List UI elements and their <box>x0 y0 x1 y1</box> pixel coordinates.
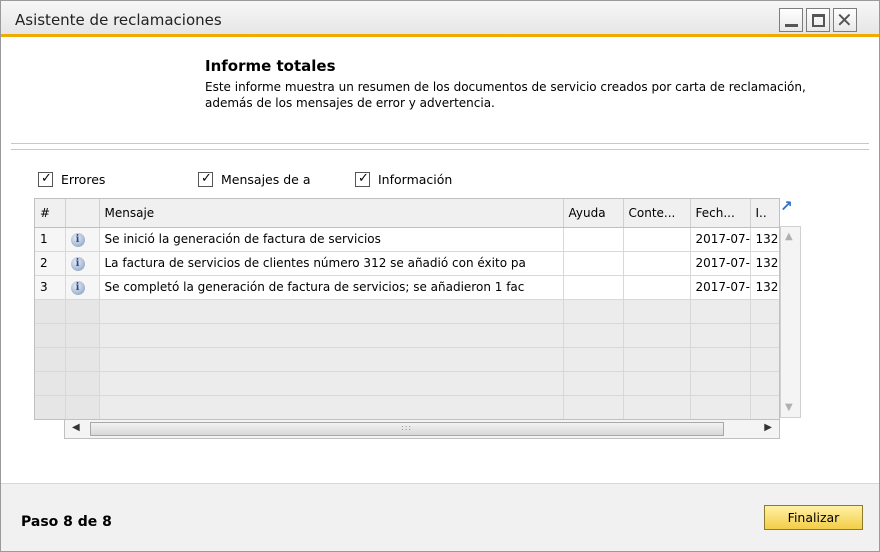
row-i: 132 <box>750 275 779 300</box>
scroll-down-icon[interactable]: ▼ <box>785 402 793 413</box>
row-fecha: 2017-07- <box>690 227 751 252</box>
info-icon: i <box>70 257 85 271</box>
empty-row <box>35 395 779 419</box>
row-number: 2 <box>35 251 66 276</box>
scroll-up-icon[interactable]: ▲ <box>785 231 793 242</box>
wizard-window: Asistente de reclamaciones ✕ Informe tot… <box>0 0 880 552</box>
row-contenido <box>623 227 691 252</box>
row-fecha: 2017-07- <box>690 251 751 276</box>
check-icon: ✓ <box>201 170 212 186</box>
title-bar[interactable]: Asistente de reclamaciones ✕ <box>1 1 879 37</box>
row-mensaje: Se completó la generación de factura de … <box>99 275 564 300</box>
messages-grid: # Mensaje Ayuda Conte... Fech... I.. 1 i… <box>34 198 780 420</box>
column-header-i[interactable]: I.. <box>750 199 779 228</box>
finish-button[interactable]: Finalizar <box>764 505 863 530</box>
row-mensaje: Se inició la generación de factura de se… <box>99 227 564 252</box>
empty-row <box>35 299 779 324</box>
row-ayuda <box>563 227 624 252</box>
errores-label: Errores <box>61 171 106 187</box>
row-contenido <box>623 275 691 300</box>
table-row[interactable]: 1 i Se inició la generación de factura d… <box>35 227 779 252</box>
maximize-button[interactable] <box>806 8 830 32</box>
row-mensaje: La factura de servicios de clientes núme… <box>99 251 564 276</box>
filter-mensajes[interactable]: ✓ Mensajes de a <box>198 170 310 188</box>
vertical-scrollbar[interactable]: ▲ ▼ <box>780 226 801 418</box>
column-header-ayuda[interactable]: Ayuda <box>563 199 624 228</box>
minimize-icon <box>785 24 798 27</box>
row-ayuda <box>563 251 624 276</box>
table-row[interactable]: 3 i Se completó la generación de factura… <box>35 275 779 300</box>
check-icon: ✓ <box>358 170 369 186</box>
expand-grid-icon[interactable]: ↗ <box>780 197 797 215</box>
filter-informacion[interactable]: ✓ Información <box>355 170 452 188</box>
table-header-row: # Mensaje Ayuda Conte... Fech... I.. <box>35 199 779 228</box>
informacion-label: Información <box>378 171 453 187</box>
info-icon: i <box>70 281 85 295</box>
report-header: Informe totales Este informe muestra un … <box>11 51 869 143</box>
header-divider <box>11 143 869 144</box>
scroll-right-icon[interactable]: ▶ <box>764 422 772 433</box>
column-header-icon[interactable] <box>65 199 100 228</box>
close-icon: ✕ <box>836 8 853 32</box>
scrollbar-thumb[interactable]: ::: <box>90 422 724 436</box>
filter-errores[interactable]: ✓ Errores <box>38 170 105 188</box>
header-divider-2 <box>11 149 869 150</box>
close-button[interactable]: ✕ <box>833 8 857 32</box>
empty-row <box>35 323 779 348</box>
row-contenido <box>623 251 691 276</box>
empty-row <box>35 347 779 372</box>
row-fecha: 2017-07- <box>690 275 751 300</box>
wizard-footer: Paso 8 de 8 Finalizar <box>1 483 879 551</box>
step-indicator: Paso 8 de 8 <box>21 514 112 530</box>
row-number: 3 <box>35 275 66 300</box>
errores-checkbox[interactable]: ✓ <box>38 170 53 187</box>
mensajes-checkbox[interactable]: ✓ <box>198 170 213 187</box>
report-heading: Informe totales <box>205 57 336 75</box>
row-number: 1 <box>35 227 66 252</box>
row-ayuda <box>563 275 624 300</box>
info-icon: i <box>70 233 85 247</box>
column-header-contenido[interactable]: Conte... <box>623 199 691 228</box>
informacion-checkbox[interactable]: ✓ <box>355 170 370 187</box>
window-title: Asistente de reclamaciones <box>15 11 222 29</box>
minimize-button[interactable] <box>779 8 803 32</box>
column-header-num[interactable]: # <box>35 199 66 228</box>
mensajes-label: Mensajes de a <box>221 171 311 187</box>
empty-row <box>35 371 779 396</box>
check-icon: ✓ <box>41 170 52 186</box>
column-header-fecha[interactable]: Fech... <box>690 199 751 228</box>
row-i: 132 <box>750 251 779 276</box>
report-description: Este informe muestra un resumen de los d… <box>205 80 806 110</box>
grip-icon: ::: <box>401 423 413 432</box>
maximize-icon <box>812 14 825 27</box>
table-row[interactable]: 2 i La factura de servicios de clientes … <box>35 251 779 276</box>
scroll-left-icon[interactable]: ◀ <box>72 422 80 433</box>
horizontal-scrollbar[interactable]: ◀ ::: ▶ <box>64 419 780 439</box>
column-header-mensaje[interactable]: Mensaje <box>99 199 564 228</box>
row-i: 132 <box>750 227 779 252</box>
